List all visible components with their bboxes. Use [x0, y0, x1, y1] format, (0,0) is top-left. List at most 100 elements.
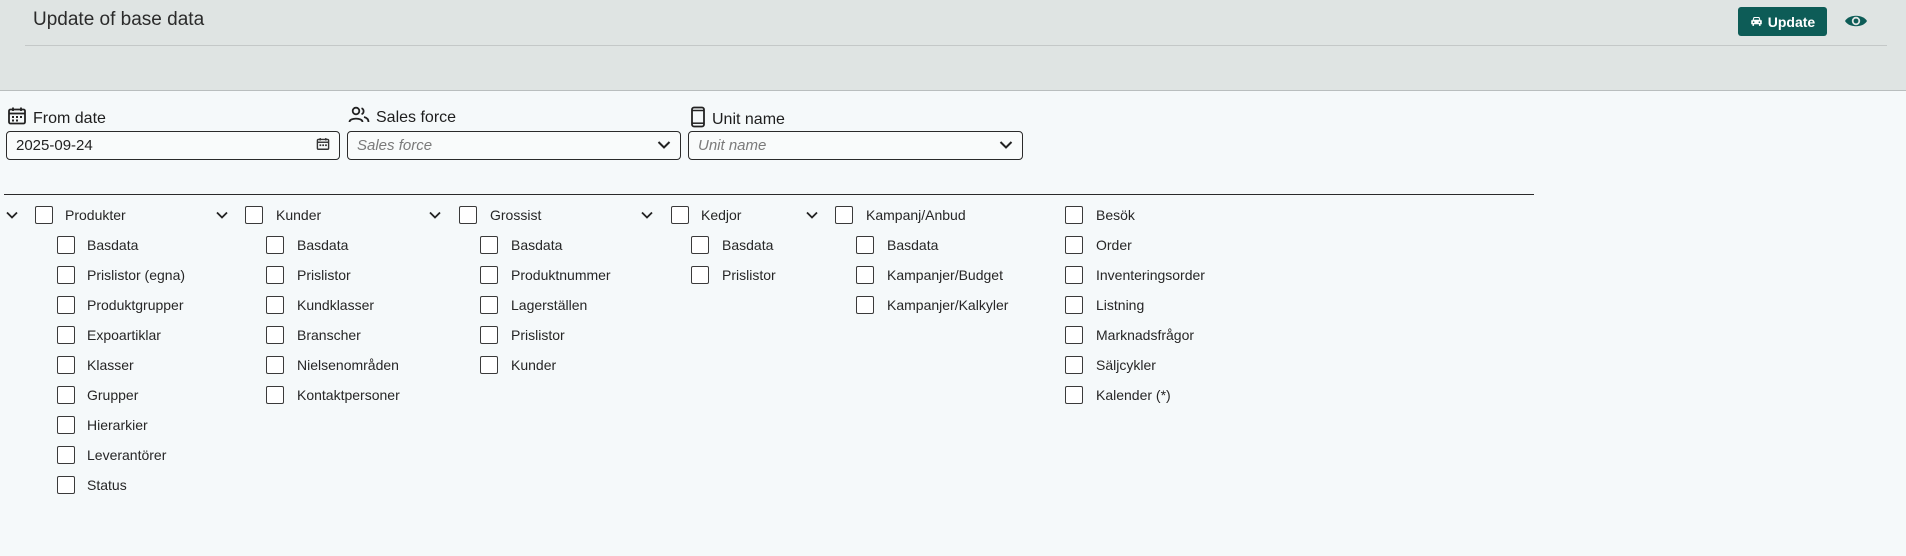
item-checkbox[interactable]	[856, 296, 874, 314]
item-label: Produktgrupper	[87, 297, 184, 313]
sales-force-select[interactable]: Sales force	[347, 131, 681, 160]
item-label: Säljcykler	[1096, 357, 1156, 373]
item-checkbox[interactable]	[1065, 296, 1083, 314]
preview-eye-icon[interactable]	[1843, 10, 1869, 32]
page-header: Update of base data Update	[0, 0, 1906, 91]
item-checkbox[interactable]	[1065, 356, 1083, 374]
header-divider	[25, 45, 1887, 46]
item-checkbox[interactable]	[1065, 326, 1083, 344]
item-label: Prislistor	[297, 267, 351, 283]
from-date-label: From date	[33, 109, 106, 127]
item-label: Nielsenområden	[297, 357, 399, 373]
group-checkbox-produkter[interactable]	[35, 206, 53, 224]
group-checkbox-besok[interactable]	[1065, 206, 1083, 224]
item-checkbox[interactable]	[1065, 266, 1083, 284]
item-checkbox[interactable]	[57, 236, 75, 254]
expand-chevron-icon[interactable]	[5, 208, 19, 222]
group-label: Kampanj/Anbud	[866, 207, 966, 223]
item-checkbox[interactable]	[57, 356, 75, 374]
expand-chevron-icon[interactable]	[640, 208, 654, 222]
item-label: Prislistor (egna)	[87, 267, 186, 283]
item-label: Basdata	[887, 237, 939, 253]
item-label: Basdata	[297, 237, 349, 253]
item-checkbox[interactable]	[266, 326, 284, 344]
item-checkbox[interactable]	[57, 296, 75, 314]
item-checkbox[interactable]	[480, 236, 498, 254]
item-label: Inventeringsorder	[1096, 267, 1205, 283]
item-checkbox[interactable]	[266, 266, 284, 284]
item-label: Prislistor	[722, 267, 776, 283]
item-label: Prislistor	[511, 327, 565, 343]
item-checkbox[interactable]	[57, 476, 75, 494]
group-label: Besök	[1096, 207, 1135, 223]
item-checkbox[interactable]	[856, 266, 874, 284]
item-label: Listning	[1096, 297, 1145, 313]
item-checkbox[interactable]	[57, 386, 75, 404]
unit-name-label-row: Unit name	[690, 106, 785, 133]
update-button-label: Update	[1767, 13, 1816, 30]
item-checkbox[interactable]	[480, 326, 498, 344]
expand-chevron-icon[interactable]	[805, 208, 819, 222]
car-icon	[1750, 14, 1763, 30]
item-label: Hierarkier	[87, 417, 148, 433]
item-label: Marknadsfrågor	[1096, 327, 1195, 343]
item-label: Basdata	[511, 237, 563, 253]
item-checkbox[interactable]	[57, 446, 75, 464]
item-label: Kampanjer/Kalkyler	[887, 297, 1009, 313]
item-checkbox[interactable]	[1065, 386, 1083, 404]
sales-force-label: Sales force	[376, 108, 457, 126]
item-checkbox[interactable]	[57, 326, 75, 344]
section-divider	[4, 194, 1534, 195]
phone-icon	[690, 106, 706, 133]
page-title: Update of base data	[33, 9, 205, 30]
item-checkbox[interactable]	[691, 236, 709, 254]
group-checkbox-kunder[interactable]	[245, 206, 263, 224]
group-checkbox-grossist[interactable]	[459, 206, 477, 224]
item-label: Basdata	[722, 237, 774, 253]
item-label: Status	[87, 477, 127, 493]
item-checkbox[interactable]	[480, 356, 498, 374]
unit-name-label: Unit name	[712, 110, 785, 128]
group-checkbox-kedjor[interactable]	[671, 206, 689, 224]
item-checkbox[interactable]	[266, 386, 284, 404]
chevron-down-icon[interactable]	[999, 137, 1013, 154]
from-date-label-row: From date	[7, 106, 106, 131]
item-checkbox[interactable]	[266, 236, 284, 254]
item-label: Basdata	[87, 237, 139, 253]
expand-chevron-icon[interactable]	[215, 208, 229, 222]
item-checkbox[interactable]	[691, 266, 709, 284]
item-label: Kunder	[511, 357, 557, 373]
date-picker-icon[interactable]	[316, 137, 330, 155]
item-label: Lagerställen	[511, 297, 588, 313]
group-label: Kunder	[276, 207, 322, 223]
item-label: Expoartiklar	[87, 327, 161, 343]
item-checkbox[interactable]	[1065, 236, 1083, 254]
item-label: Kalender (*)	[1096, 387, 1171, 403]
unit-name-select[interactable]: Unit name	[688, 131, 1023, 160]
unit-name-placeholder: Unit name	[698, 137, 767, 154]
update-button[interactable]: Update	[1738, 7, 1827, 36]
item-checkbox[interactable]	[57, 416, 75, 434]
from-date-field[interactable]: 2025-09-24	[6, 131, 340, 160]
from-date-value: 2025-09-24	[16, 137, 93, 154]
sales-force-label-row: Sales force	[348, 106, 456, 129]
item-label: Grupper	[87, 387, 139, 403]
group-label: Kedjor	[701, 207, 742, 223]
group-checkbox-kampanj-anbud[interactable]	[835, 206, 853, 224]
calendar-icon	[7, 106, 27, 131]
chevron-down-icon[interactable]	[657, 137, 671, 154]
group-label: Grossist	[490, 207, 542, 223]
item-checkbox[interactable]	[480, 266, 498, 284]
expand-chevron-icon[interactable]	[428, 208, 442, 222]
item-checkbox[interactable]	[480, 296, 498, 314]
item-checkbox[interactable]	[266, 296, 284, 314]
item-label: Branscher	[297, 327, 361, 343]
item-checkbox[interactable]	[57, 266, 75, 284]
item-checkbox[interactable]	[266, 356, 284, 374]
sales-force-placeholder: Sales force	[357, 137, 433, 154]
item-label: Klasser	[87, 357, 134, 373]
item-checkbox[interactable]	[856, 236, 874, 254]
group-label: Produkter	[65, 207, 126, 223]
item-label: Kundklasser	[297, 297, 375, 313]
people-icon	[348, 106, 370, 129]
